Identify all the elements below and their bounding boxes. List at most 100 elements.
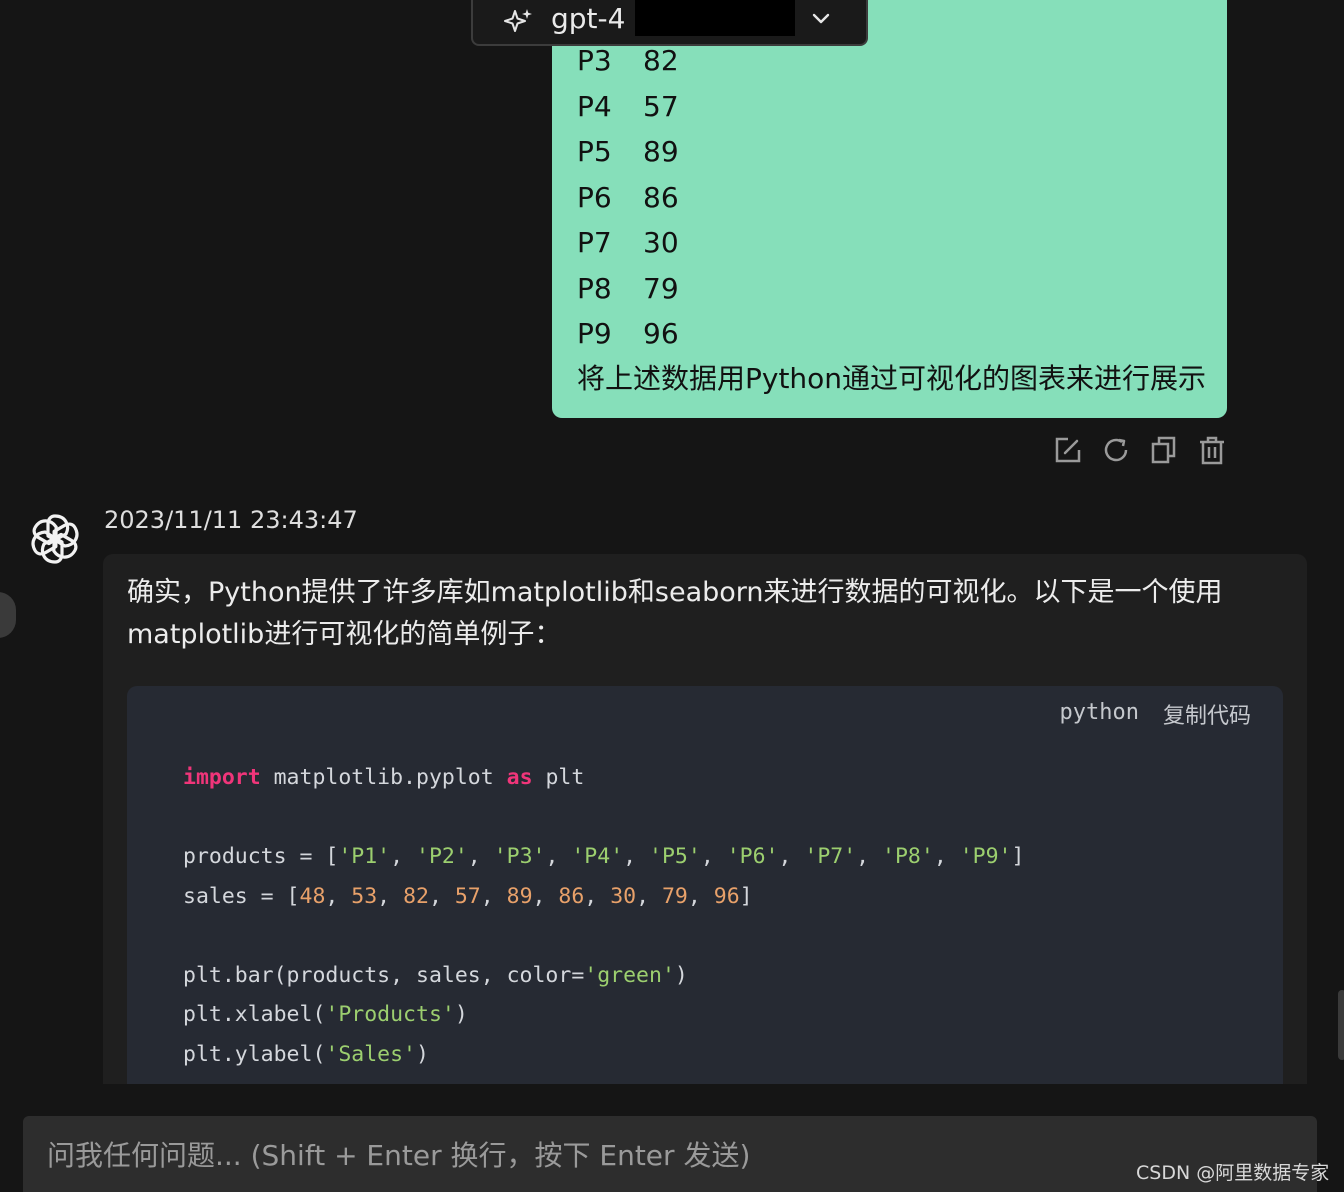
code-token: 'P6' xyxy=(726,844,779,869)
code-token: 'P1' xyxy=(338,844,391,869)
code-line: sales = [48, 53, 82, 57, 89, 86, 30, 79,… xyxy=(183,877,1024,917)
scrollbar-thumb[interactable] xyxy=(1338,990,1344,1060)
code-token: plt.xlabel( xyxy=(183,1002,326,1027)
code-token: , xyxy=(545,844,572,869)
product-value: 30 xyxy=(643,226,679,259)
code-token: ) xyxy=(416,1041,429,1067)
product-label: P8 xyxy=(577,271,612,305)
code-token: , xyxy=(325,883,352,909)
code-line: import matplotlib.pyplot as plt xyxy=(183,758,1024,798)
code-token: plt.bar(products, sales, color= xyxy=(183,962,585,988)
code-token: as xyxy=(506,765,533,790)
sparkle-icon xyxy=(504,9,532,32)
code-token: , xyxy=(467,844,494,869)
code-token: , xyxy=(700,844,727,869)
code-line: plt.xlabel('Products') xyxy=(183,995,1024,1035)
code-line: products = ['P1', 'P2', 'P3', 'P4', 'P5'… xyxy=(183,837,1024,877)
code-token: import xyxy=(183,765,261,790)
product-label: P3 xyxy=(577,44,612,77)
chat-input-placeholder: 问我任何问题... (Shift + Enter 换行，按下 Enter 发送) xyxy=(47,1139,751,1172)
user-data-row: P3 82 xyxy=(577,44,679,78)
product-value: 96 xyxy=(643,317,679,350)
user-data-row: P8 79 xyxy=(577,272,679,306)
code-token: , xyxy=(687,883,714,909)
code-token: 89 xyxy=(506,883,533,909)
user-data-row: P7 30 xyxy=(577,226,679,260)
copy-code-button[interactable]: 复制代码 xyxy=(1163,698,1251,730)
model-selector[interactable]: gpt-4 xyxy=(471,0,868,46)
model-name: gpt-4 xyxy=(551,2,626,35)
code-token: sales = [ xyxy=(183,883,300,909)
code-token: 'P4' xyxy=(571,844,624,869)
code-token: , xyxy=(856,844,883,869)
code-token: 57 xyxy=(454,883,481,909)
code-token: , xyxy=(532,883,559,909)
product-value: 82 xyxy=(643,44,679,77)
code-token: 48 xyxy=(299,883,326,909)
code-token: , xyxy=(377,883,404,909)
code-token: 'Products' xyxy=(325,1002,455,1027)
code-token: , xyxy=(390,844,417,869)
user-data-row: P9 96 xyxy=(577,317,679,351)
delete-icon[interactable] xyxy=(1196,434,1228,466)
code-token: , xyxy=(636,883,662,909)
user-data-row: P4 57 xyxy=(577,90,679,124)
watermark: CSDN @阿里数据专家 xyxy=(1136,1162,1330,1184)
product-label: P4 xyxy=(577,89,612,123)
code-language-label: python xyxy=(1059,700,1139,725)
sidebar-toggle-handle[interactable] xyxy=(0,592,16,638)
code-token: , xyxy=(480,883,507,909)
message-timestamp: 2023/11/11 23:43:47 xyxy=(104,506,358,534)
code-token: 'P8' xyxy=(882,844,934,869)
code-token: products = [ xyxy=(183,844,339,869)
openai-logo-icon xyxy=(31,514,79,564)
user-message-bubble: P3 82 P4 57 P5 89 P6 86 P7 30 P8 79 P9 96 将上述数据用Pytho… xyxy=(552,0,1227,418)
copy-icon[interactable] xyxy=(1148,434,1180,466)
code-token: , xyxy=(623,844,650,869)
product-label: P7 xyxy=(577,226,612,259)
user-data-row: P5 89 xyxy=(577,135,679,169)
code-token: 'green' xyxy=(584,962,675,988)
chat-input[interactable]: 问我任何问题... (Shift + Enter 换行，按下 Enter 发送) xyxy=(23,1116,1317,1192)
product-label: P9 xyxy=(577,317,612,350)
code-token: 30 xyxy=(610,883,637,909)
code-token: plt.ylabel( xyxy=(183,1041,326,1067)
assistant-message-card: 确实，Python提供了许多库如matplotlib和seaborn来进行数据的… xyxy=(103,554,1307,1084)
regenerate-icon[interactable] xyxy=(1100,434,1132,466)
code-token: matplotlib.pyplot xyxy=(260,765,507,790)
code-token: 53 xyxy=(351,883,378,909)
code-line: plt.ylabel('Sales') xyxy=(183,1035,1024,1075)
code-token: 'P9' xyxy=(959,844,1012,869)
code-token: 79 xyxy=(661,883,688,909)
code-token: , xyxy=(584,883,611,909)
code-token: plt xyxy=(532,765,585,790)
code-token: 'P3' xyxy=(493,844,546,869)
product-label: P5 xyxy=(577,135,612,168)
product-value: 89 xyxy=(643,135,679,168)
code-token: 'P2' xyxy=(416,844,468,869)
code-token: 86 xyxy=(558,883,585,909)
product-value: 79 xyxy=(643,271,679,305)
user-data-row: P6 86 xyxy=(577,181,679,215)
code-token: ) xyxy=(674,962,688,988)
code-token: , xyxy=(428,883,455,909)
code-token: 'P5' xyxy=(649,844,701,869)
code-token: ) xyxy=(454,1002,468,1027)
code-token: 'Sales' xyxy=(325,1041,416,1067)
code-lines: import matplotlib.pyplot as plt products … xyxy=(183,758,1024,1074)
user-question-text: 将上述数据用Python通过可视化的图表来进行展示 xyxy=(577,362,1207,395)
edit-icon[interactable] xyxy=(1052,434,1084,466)
chat-page: P3 82 P4 57 P5 89 P6 86 P7 30 P8 79 P9 96 将上述数据用Pytho… xyxy=(0,0,1344,1192)
code-block: python 复制代码 import matplotlib.pyplot as … xyxy=(127,686,1283,1084)
code-line: plt.bar(products, sales, color='green') xyxy=(183,956,1024,996)
product-value: 86 xyxy=(643,180,679,214)
code-token: ] xyxy=(1011,844,1025,869)
product-value: 57 xyxy=(643,89,679,123)
redacted-region xyxy=(635,0,795,36)
code-token: 'P7' xyxy=(804,844,857,869)
code-token: 96 xyxy=(713,883,740,909)
code-token: ] xyxy=(739,883,753,909)
code-token: , xyxy=(933,844,960,869)
